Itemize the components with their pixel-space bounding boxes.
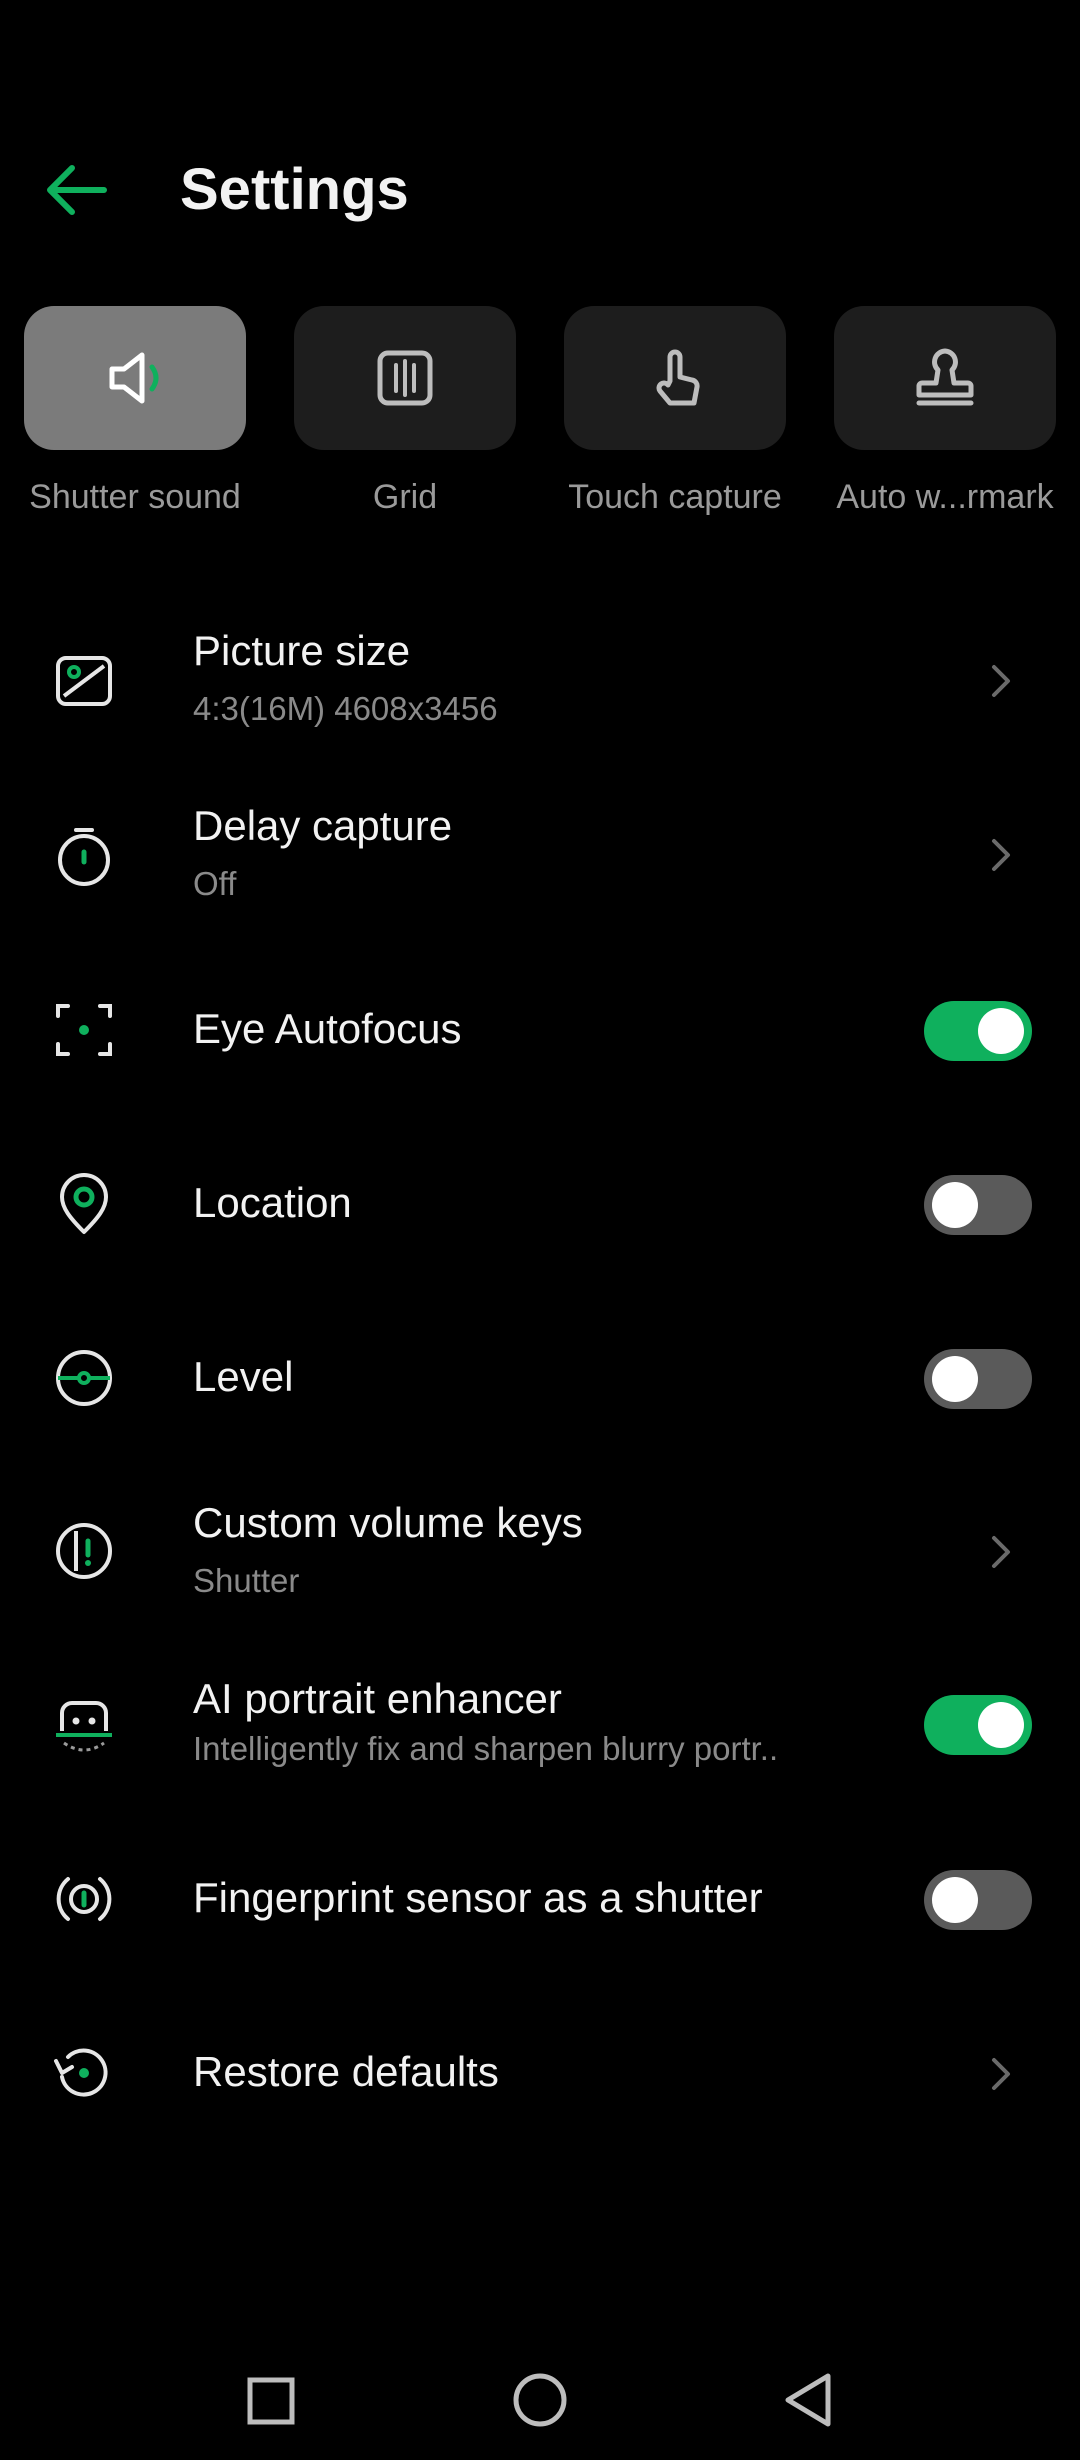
grid-tile[interactable]: [294, 306, 516, 450]
delay-capture-row[interactable]: Delay capture Off: [0, 767, 1080, 941]
chevron-right-icon: [992, 1536, 1010, 1568]
restore-defaults-row[interactable]: Restore defaults: [0, 1986, 1080, 2160]
fingerprint-row: Fingerprint sensor as a shutter: [0, 1812, 1080, 1986]
shutter-sound-tile[interactable]: [24, 306, 246, 450]
ai-portrait-description: Intelligently fix and sharpen blurry por…: [193, 1730, 779, 1767]
focus-frame-icon: [56, 1004, 112, 1056]
location-switch[interactable]: [924, 1175, 1032, 1235]
ai-portrait-row: AI portrait enhancer Intelligently fix a…: [0, 1638, 1080, 1812]
back-nav-button[interactable]: [770, 2360, 850, 2440]
shutter-sound-label: Shutter sound: [29, 478, 241, 516]
level-row: Level: [0, 1291, 1080, 1465]
restore-icon: [54, 2048, 108, 2097]
system-nav-bar: [0, 2340, 1080, 2440]
picture-size-value: 4:3(16M) 4608x3456: [193, 690, 498, 727]
picture-size-title: Picture size: [193, 627, 411, 674]
ai-portrait-title: AI portrait enhancer: [193, 1675, 562, 1722]
chevron-right-icon: [992, 665, 1010, 697]
location-pin-icon: [60, 1173, 108, 1234]
fingerprint-icon: [56, 1877, 112, 1921]
grid-icon: [377, 350, 433, 406]
eye-autofocus-row: Eye Autofocus: [0, 943, 1080, 1117]
volume-keys-icon: [56, 1523, 112, 1579]
restore-defaults-title: Restore defaults: [193, 2048, 499, 2095]
picture-icon: [56, 656, 112, 706]
ai-portrait-icon: [56, 1701, 112, 1752]
location-title: Location: [193, 1179, 352, 1226]
page-title: Settings: [180, 157, 409, 222]
custom-volume-keys-title: Custom volume keys: [193, 1499, 583, 1546]
delay-capture-title: Delay capture: [193, 802, 453, 849]
back-arrow-icon: [47, 165, 107, 215]
back-button[interactable]: [40, 158, 130, 222]
picture-size-row[interactable]: Picture size 4:3(16M) 4608x3456: [0, 593, 1080, 767]
auto-watermark-label: Auto w...rmark: [836, 478, 1054, 516]
stamp-icon: [916, 348, 974, 406]
quick-toggles: Shutter sound Grid Touch capture Auto w.…: [0, 306, 1080, 536]
fingerprint-title: Fingerprint sensor as a shutter: [193, 1874, 763, 1921]
delay-capture-value: Off: [193, 865, 237, 902]
timer-icon: [58, 828, 110, 886]
chevron-right-icon: [992, 2058, 1010, 2090]
touch-icon: [656, 349, 700, 406]
ai-portrait-switch[interactable]: [924, 1695, 1032, 1755]
touch-capture-tile[interactable]: [564, 306, 786, 450]
level-icon: [56, 1350, 112, 1406]
location-row: Location: [0, 1117, 1080, 1291]
eye-autofocus-switch[interactable]: [924, 1001, 1032, 1061]
level-switch[interactable]: [924, 1349, 1032, 1409]
custom-volume-keys-row[interactable]: Custom volume keys Shutter: [0, 1464, 1080, 1638]
home-button[interactable]: [500, 2360, 580, 2440]
eye-autofocus-title: Eye Autofocus: [193, 1005, 462, 1052]
custom-volume-keys-value: Shutter: [193, 1562, 300, 1599]
auto-watermark-tile[interactable]: [834, 306, 1056, 450]
grid-label: Grid: [372, 478, 438, 516]
recents-button[interactable]: [230, 2360, 310, 2440]
chevron-right-icon: [992, 839, 1010, 871]
camera-settings-page: Settings Shutter sound Grid Touch captur…: [0, 0, 1080, 2460]
touch-capture-label: Touch capture: [568, 478, 782, 516]
speaker-icon: [109, 352, 159, 404]
level-title: Level: [193, 1353, 294, 1400]
header: Settings: [0, 140, 1080, 240]
fingerprint-switch[interactable]: [924, 1870, 1032, 1930]
